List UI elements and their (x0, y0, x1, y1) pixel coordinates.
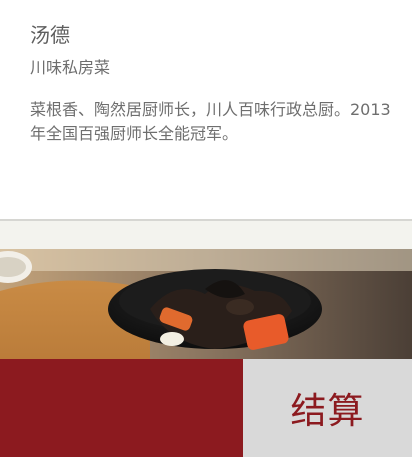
cart-summary-bar (0, 359, 243, 457)
checkout-button[interactable]: 结算 (243, 359, 412, 457)
chef-cuisine: 川味私房菜 (30, 58, 111, 77)
chef-info-card: 汤德 川味私房菜 菜根香、陶然居厨师长，川人百味行政总厨。2013年全国百强厨师… (0, 0, 412, 221)
section-divider (0, 221, 412, 249)
chef-name: 汤德 (30, 23, 70, 47)
chef-bio: 菜根香、陶然居厨师长，川人百味行政总厨。2013年全国百强厨师长全能冠军。 (30, 100, 391, 143)
